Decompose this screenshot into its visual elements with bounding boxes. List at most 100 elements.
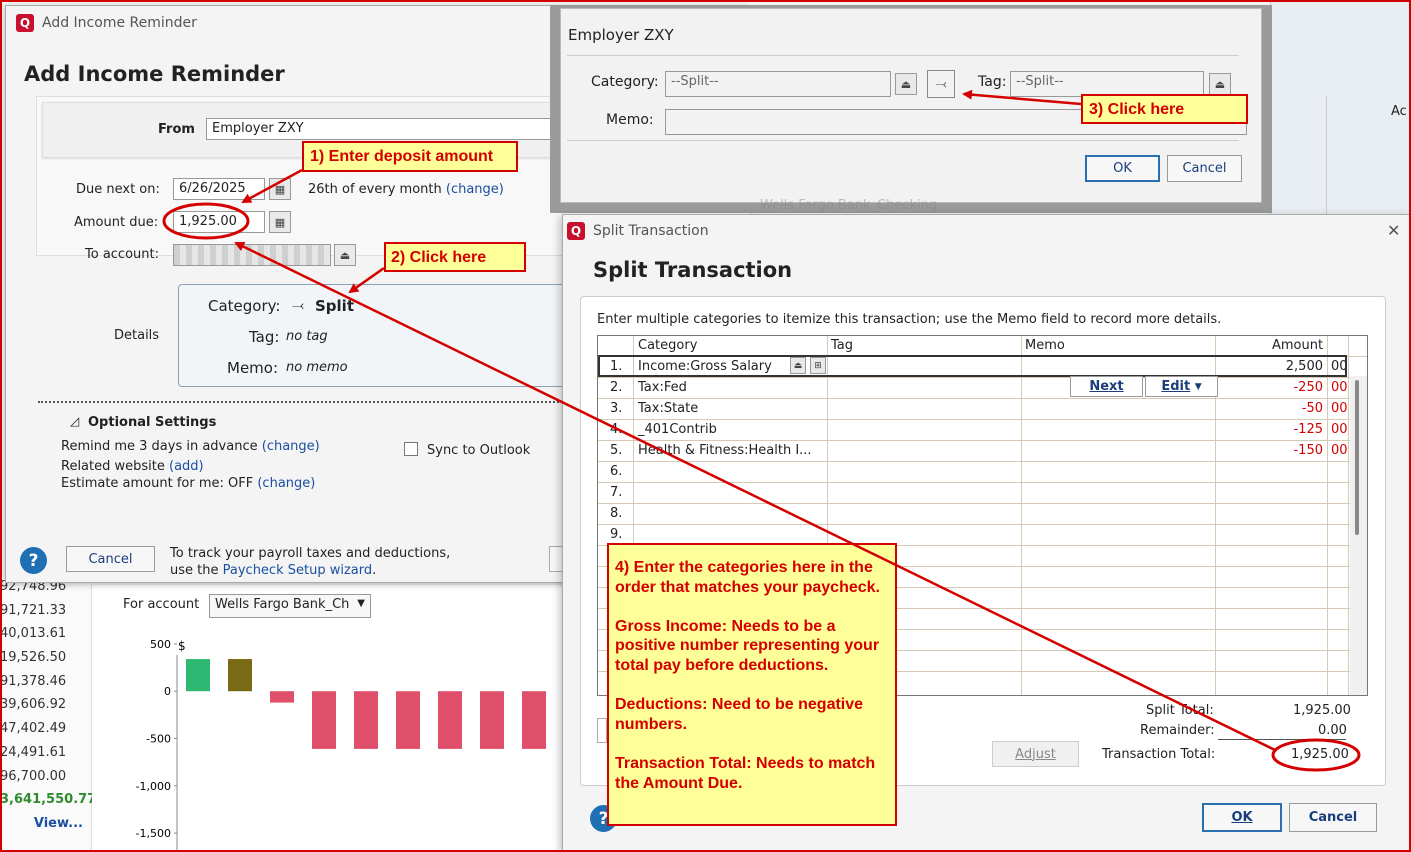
remind-change-link[interactable]: (change) xyxy=(262,439,320,454)
col-memo: Memo xyxy=(1025,338,1065,353)
amount-due-input[interactable]: 1,925.00 xyxy=(173,211,265,233)
window-title: Add Income Reminder xyxy=(42,15,197,31)
balance-value: 91,721.33 xyxy=(0,602,67,618)
employer-cancel-button[interactable]: Cancel xyxy=(1167,155,1242,182)
grid-scrollbar[interactable] xyxy=(1350,376,1367,695)
split-cancel-button[interactable]: Cancel xyxy=(1289,803,1377,832)
details-category-value: Split xyxy=(315,297,354,315)
table-row[interactable]: 5. Health & Fitness:Health I... -150 00 xyxy=(598,440,1367,461)
split-icon[interactable]: ⤙ xyxy=(927,70,955,98)
annotation-step4: 4) Enter the categories here in the orde… xyxy=(607,543,897,826)
balance-value: 40,013.61 xyxy=(0,626,67,642)
table-row[interactable]: 9. xyxy=(598,524,1367,545)
calculator-icon[interactable]: ▦ xyxy=(269,211,291,233)
table-row[interactable]: 2. Tax:Fed -250 00 xyxy=(598,377,1367,398)
category-split-icon[interactable]: ⊞ xyxy=(810,357,826,374)
grid-line xyxy=(1348,336,1349,695)
edit-button[interactable]: Edit ▼ xyxy=(1145,376,1218,397)
dropdown-list-icon[interactable]: ⏏ xyxy=(334,244,356,266)
adjust-button[interactable]: Adjust xyxy=(992,741,1079,767)
col-tag: Tag xyxy=(831,338,854,353)
row-number: 2. xyxy=(610,380,623,395)
due-next-label: Due next on: xyxy=(76,182,160,197)
quicken-logo-icon: Q xyxy=(567,221,585,240)
background-register-panel: Ac xyxy=(1270,0,1411,220)
row-amount: -250 xyxy=(1293,380,1323,395)
from-payer-input[interactable]: Employer ZXY xyxy=(206,118,558,140)
website-add-link[interactable]: (add) xyxy=(169,459,204,474)
view-link[interactable]: View... xyxy=(0,812,91,836)
row-number: 3. xyxy=(610,401,623,416)
chart-tick-label: 0 xyxy=(164,685,171,698)
col-amount: Amount xyxy=(1272,338,1324,353)
grid-line xyxy=(1327,336,1328,695)
close-icon[interactable]: ✕ xyxy=(1387,221,1400,240)
chart-bar xyxy=(396,691,420,749)
account-select[interactable]: Wells Fargo Bank_Ch ▼ xyxy=(209,594,371,618)
next-button[interactable]: Next xyxy=(1070,376,1143,397)
details-tag-label: Tag: xyxy=(249,328,280,346)
cancel-button[interactable]: Cancel xyxy=(66,546,155,572)
paycheck-setup-link[interactable]: Paycheck Setup wizard xyxy=(223,563,372,578)
annotation-step4-total: Transaction Total: Needs to match the Am… xyxy=(615,754,876,792)
calendar-icon[interactable]: ▦ xyxy=(269,178,291,200)
employer-category-input[interactable]: --Split-- xyxy=(665,71,891,97)
due-date-input[interactable]: 6/26/2025 xyxy=(173,178,265,200)
chevron-down-icon: ▼ xyxy=(1194,381,1202,392)
table-row[interactable]: 3. Tax:State -50 00 xyxy=(598,398,1367,419)
frequency-value: 26th of every month xyxy=(308,182,442,197)
optional-settings-heading[interactable]: Optional Settings xyxy=(88,415,216,430)
row-number: 5. xyxy=(610,443,623,458)
details-label: Details xyxy=(114,328,160,343)
row-category: Tax:State xyxy=(638,401,699,416)
row-number: 6. xyxy=(610,464,623,479)
chart-tick-label: -1,000 xyxy=(136,780,171,793)
chart-tick-label: 500 xyxy=(150,638,171,651)
split-total-value: 1,925.00 xyxy=(1293,703,1351,718)
annotation-step3: 3) Click here xyxy=(1081,94,1248,124)
payroll-hint-period: . xyxy=(372,563,377,578)
dropdown-list-icon[interactable]: ⏏ xyxy=(790,357,806,374)
table-row[interactable]: 4. _401Contrib -125 00 xyxy=(598,419,1367,440)
help-icon[interactable]: ? xyxy=(20,547,47,574)
row-amount: -50 xyxy=(1301,401,1323,416)
estimate-text: Estimate amount for me: OFF xyxy=(61,476,254,491)
divider xyxy=(567,55,1239,56)
income-chart-panel: For account Wells Fargo Bank_Ch ▼ $500 0 -… xyxy=(92,585,562,852)
account-select-value: Wells Fargo Bank_Ch xyxy=(215,597,350,612)
remainder-label: Remainder: xyxy=(1140,723,1215,738)
scrollbar-thumb[interactable] xyxy=(1355,380,1359,535)
split-ok-button[interactable]: OK xyxy=(1202,803,1282,832)
change-frequency-link[interactable]: (change) xyxy=(446,182,504,197)
estimate-change-link[interactable]: (change) xyxy=(257,476,315,491)
chart-bar xyxy=(270,691,294,703)
row-category: _401Contrib xyxy=(638,422,717,437)
from-label: From xyxy=(158,122,195,137)
website-row: Related website (add) xyxy=(61,459,204,474)
account-balances-list: 92,748.96 91,721.33 40,013.61 19,526.50 … xyxy=(0,575,96,852)
to-account-input-blurred[interactable] xyxy=(173,244,331,266)
employer-ok-button[interactable]: OK xyxy=(1085,155,1160,182)
balance-value: 91,378.46 xyxy=(0,673,67,689)
table-row[interactable]: 6. xyxy=(598,461,1367,482)
window-title: Split Transaction xyxy=(593,222,709,239)
col-category: Category xyxy=(638,338,698,353)
table-row[interactable]: 7. xyxy=(598,482,1367,503)
row-cents: 00 xyxy=(1331,401,1348,416)
grid-line xyxy=(1021,336,1022,695)
balance-value: 24,491.61 xyxy=(0,744,67,760)
column-header-account: Ac xyxy=(1391,104,1407,119)
row-amount: -125 xyxy=(1293,422,1323,437)
dropdown-list-icon[interactable]: ⏏ xyxy=(1209,73,1231,95)
table-row[interactable]: 8. xyxy=(598,503,1367,524)
hidden-field-edge[interactable] xyxy=(597,718,607,743)
grid-header: Category Tag Memo Amount xyxy=(598,336,1367,356)
dropdown-list-icon[interactable]: ⏏ xyxy=(895,73,917,95)
collapse-triangle-icon[interactable]: ◿ xyxy=(70,414,79,428)
details-memo-label: Memo: xyxy=(227,359,279,377)
details-memo-value: no memo xyxy=(286,360,348,375)
details-category-label: Category: xyxy=(208,297,281,315)
sync-outlook-checkbox[interactable] xyxy=(404,442,418,456)
chart-bar xyxy=(438,691,462,749)
section-divider xyxy=(38,401,578,403)
